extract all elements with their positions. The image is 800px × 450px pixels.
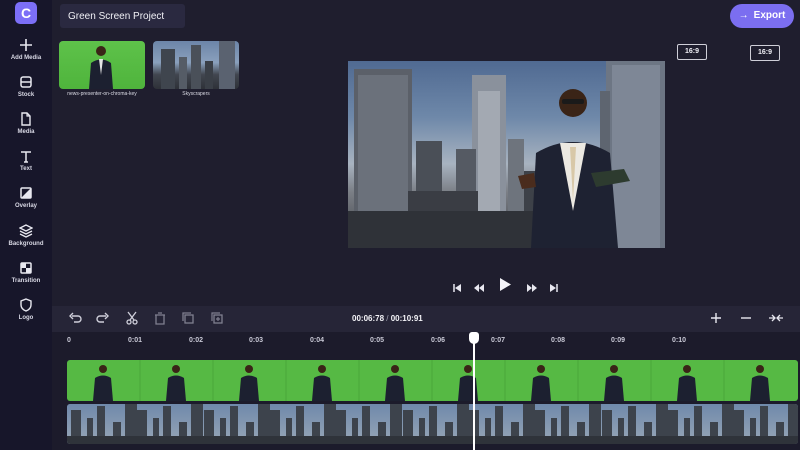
add-to-timeline-button[interactable] <box>210 311 228 327</box>
video-track-skyscrapers[interactable] <box>67 404 798 444</box>
redo-button[interactable] <box>96 311 114 327</box>
transition-icon <box>20 262 32 274</box>
export-label: Export <box>753 10 786 21</box>
sidebar-item-background[interactable]: Background <box>0 224 52 247</box>
skip-back-icon <box>453 284 461 292</box>
media-item-label: Skyscrapers <box>182 91 210 97</box>
video-preview[interactable] <box>348 61 665 248</box>
video-editor-app: C Add Media Stock Media Text Overlay Bac… <box>0 0 800 450</box>
rewind-icon <box>474 284 484 292</box>
sidebar-item-label: Background <box>8 241 44 247</box>
sidebar-item-stock[interactable]: Stock <box>0 75 52 98</box>
export-button[interactable]: → Export <box>730 4 794 28</box>
ruler-tick: 0:08 <box>551 337 566 344</box>
duplicate-button[interactable] <box>181 311 199 327</box>
top-bar: Green Screen Project → Export <box>52 0 800 36</box>
skip-to-start-button[interactable] <box>452 280 462 298</box>
ruler-tick: 0:06 <box>431 337 446 344</box>
copy-plus-icon <box>211 312 223 324</box>
scissors-icon <box>126 311 138 325</box>
skip-forward-icon <box>550 284 558 292</box>
sidebar-item-text[interactable]: Text <box>0 149 52 172</box>
rewind-button[interactable] <box>473 280 485 298</box>
sidebar-item-label: Logo <box>18 315 34 321</box>
play-icon <box>500 278 511 291</box>
timeline-ruler[interactable]: 0 0:01 0:02 0:03 0:04 0:05 0:06 0:07 0:0… <box>52 332 800 356</box>
timecode: 00:06:78 / 00:10:91 <box>352 314 423 323</box>
aspect-ratio-button[interactable]: 16:9 <box>677 44 707 60</box>
minus-icon <box>741 317 751 319</box>
sidebar: C Add Media Stock Media Text Overlay Bac… <box>0 0 52 450</box>
timeline: 00:06:78 / 00:10:91 0 0:01 0:02 0:03 0:0… <box>52 306 800 450</box>
ruler-tick: 0:02 <box>189 337 204 344</box>
media-item-label: news-presenter-on-chroma-key <box>67 91 137 97</box>
stock-icon <box>20 76 32 88</box>
video-track-presenter[interactable] <box>67 360 798 401</box>
ruler-tick: 0:01 <box>128 337 143 344</box>
sidebar-item-add-media[interactable]: Add Media <box>0 38 52 61</box>
ruler-tick: 0:05 <box>370 337 385 344</box>
sidebar-item-logo[interactable]: Logo <box>0 298 52 321</box>
fit-icon <box>769 314 783 322</box>
plus-icon <box>711 313 721 323</box>
overlay-icon <box>20 187 32 199</box>
delete-button[interactable] <box>153 311 171 327</box>
undo-button[interactable] <box>68 311 86 327</box>
sidebar-item-transition[interactable]: Transition <box>0 261 52 284</box>
media-thumbnail <box>59 41 145 89</box>
plus-icon <box>20 39 32 51</box>
timeline-toolbar: 00:06:78 / 00:10:91 <box>52 306 800 332</box>
layers-icon <box>19 224 33 238</box>
trash-icon <box>155 312 165 325</box>
preview-frame <box>348 61 665 248</box>
fast-forward-button[interactable] <box>526 280 538 298</box>
undo-icon <box>69 312 82 323</box>
file-icon <box>21 112 31 126</box>
playhead[interactable] <box>469 332 479 450</box>
zoom-in-button[interactable] <box>709 311 727 327</box>
ruler-tick: 0:10 <box>672 337 687 344</box>
sidebar-item-media[interactable]: Media <box>0 112 52 135</box>
current-time: 00:06:78 <box>352 314 385 323</box>
arrow-right-icon: → <box>738 10 749 21</box>
sidebar-item-label: Transition <box>11 278 41 284</box>
media-item-skyscrapers[interactable]: Skyscrapers <box>153 41 239 97</box>
clip-frames <box>93 360 770 401</box>
ruler-tick: 0 <box>67 337 71 344</box>
ruler-tick: 0:07 <box>491 337 506 344</box>
shield-icon <box>20 298 32 312</box>
sidebar-item-overlay[interactable]: Overlay <box>0 186 52 209</box>
sidebar-item-label: Media <box>17 129 35 135</box>
zoom-out-button[interactable] <box>739 311 757 327</box>
redo-icon <box>96 312 109 323</box>
split-button[interactable] <box>125 311 143 327</box>
aspect-ratio-button-2[interactable]: 16:9 <box>750 45 780 61</box>
sidebar-item-label: Text <box>20 166 32 172</box>
media-item-presenter[interactable]: news-presenter-on-chroma-key <box>59 41 145 97</box>
project-title-field[interactable]: Green Screen Project <box>60 4 185 28</box>
ruler-tick: 0:09 <box>611 337 626 344</box>
playhead-handle[interactable] <box>469 332 479 344</box>
ruler-tick: 0:03 <box>249 337 264 344</box>
copy-icon <box>182 312 194 324</box>
media-thumbnail <box>153 41 239 89</box>
time-separator: / <box>384 314 391 323</box>
sidebar-item-label: Add Media <box>10 55 42 61</box>
app-logo[interactable]: C <box>15 2 37 24</box>
ruler-tick: 0:04 <box>310 337 325 344</box>
sidebar-item-label: Stock <box>17 92 35 98</box>
skip-to-end-button[interactable] <box>549 280 559 298</box>
fast-forward-icon <box>527 284 537 292</box>
fit-timeline-button[interactable] <box>768 311 786 327</box>
total-time: 00:10:91 <box>390 314 423 323</box>
sidebar-item-label: Overlay <box>14 203 38 209</box>
play-button[interactable] <box>498 277 512 297</box>
clip-frames <box>67 404 798 444</box>
text-icon <box>21 151 31 163</box>
